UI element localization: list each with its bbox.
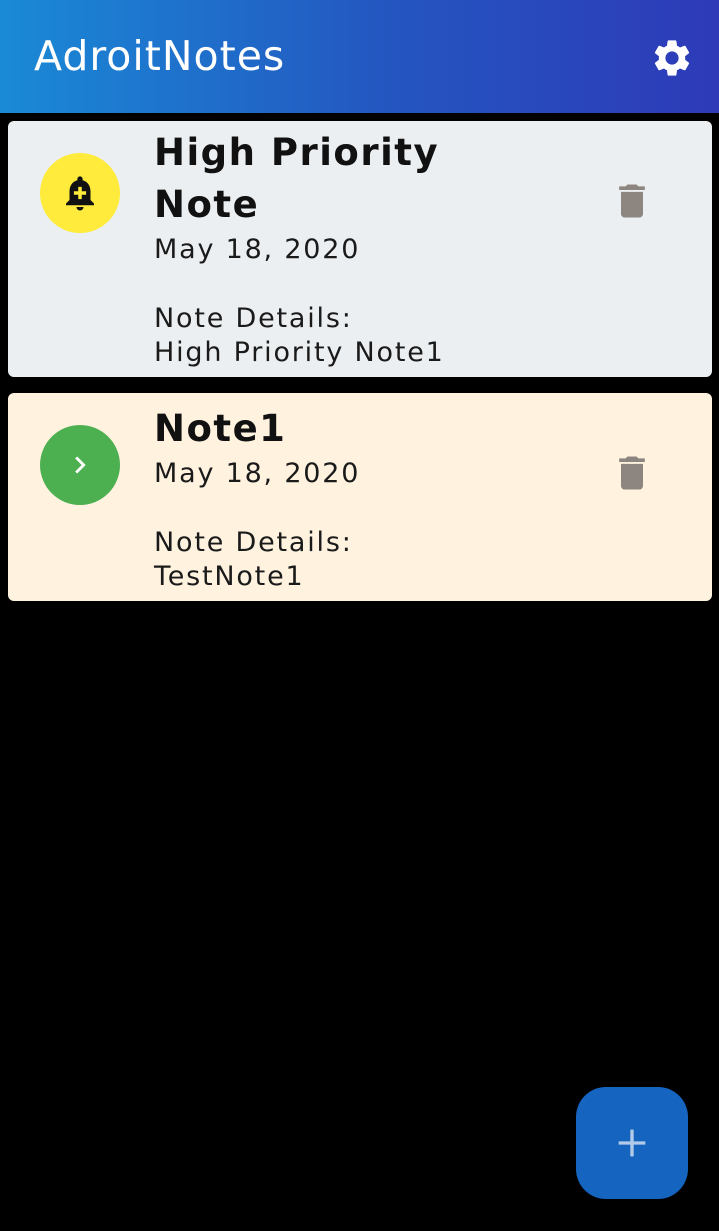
settings-button[interactable] [645,31,699,85]
gear-icon [654,40,690,76]
note-avatar [40,425,120,505]
note-details-text: TestNote1 [154,561,305,592]
note-details-text: High Priority Note1 [154,337,445,368]
note-title: Note1 [154,407,287,450]
note-title: High Priority Note [154,131,440,226]
note-date: May 18, 2020 [154,458,361,489]
note-card-high-priority[interactable]: High Priority Note May 18, 2020 Note Det… [8,121,712,377]
trash-icon [619,184,645,218]
note-date: May 18, 2020 [154,234,361,265]
app-bar: AdroitNotes [0,0,719,113]
bell-plus-icon [66,176,94,211]
delete-button[interactable] [608,177,656,225]
add-note-button[interactable] [576,1087,688,1199]
chevron-right-icon [75,456,86,474]
trash-icon [619,456,645,490]
note-details-label: Note Details: [154,303,353,334]
note-card-normal[interactable]: Note1 May 18, 2020 Note Details: TestNot… [8,393,712,601]
priority-avatar [40,153,120,233]
app-title: AdroitNotes [34,32,286,80]
note-details-label: Note Details: [154,527,353,558]
delete-button[interactable] [608,449,656,497]
plus-icon [618,1129,646,1157]
